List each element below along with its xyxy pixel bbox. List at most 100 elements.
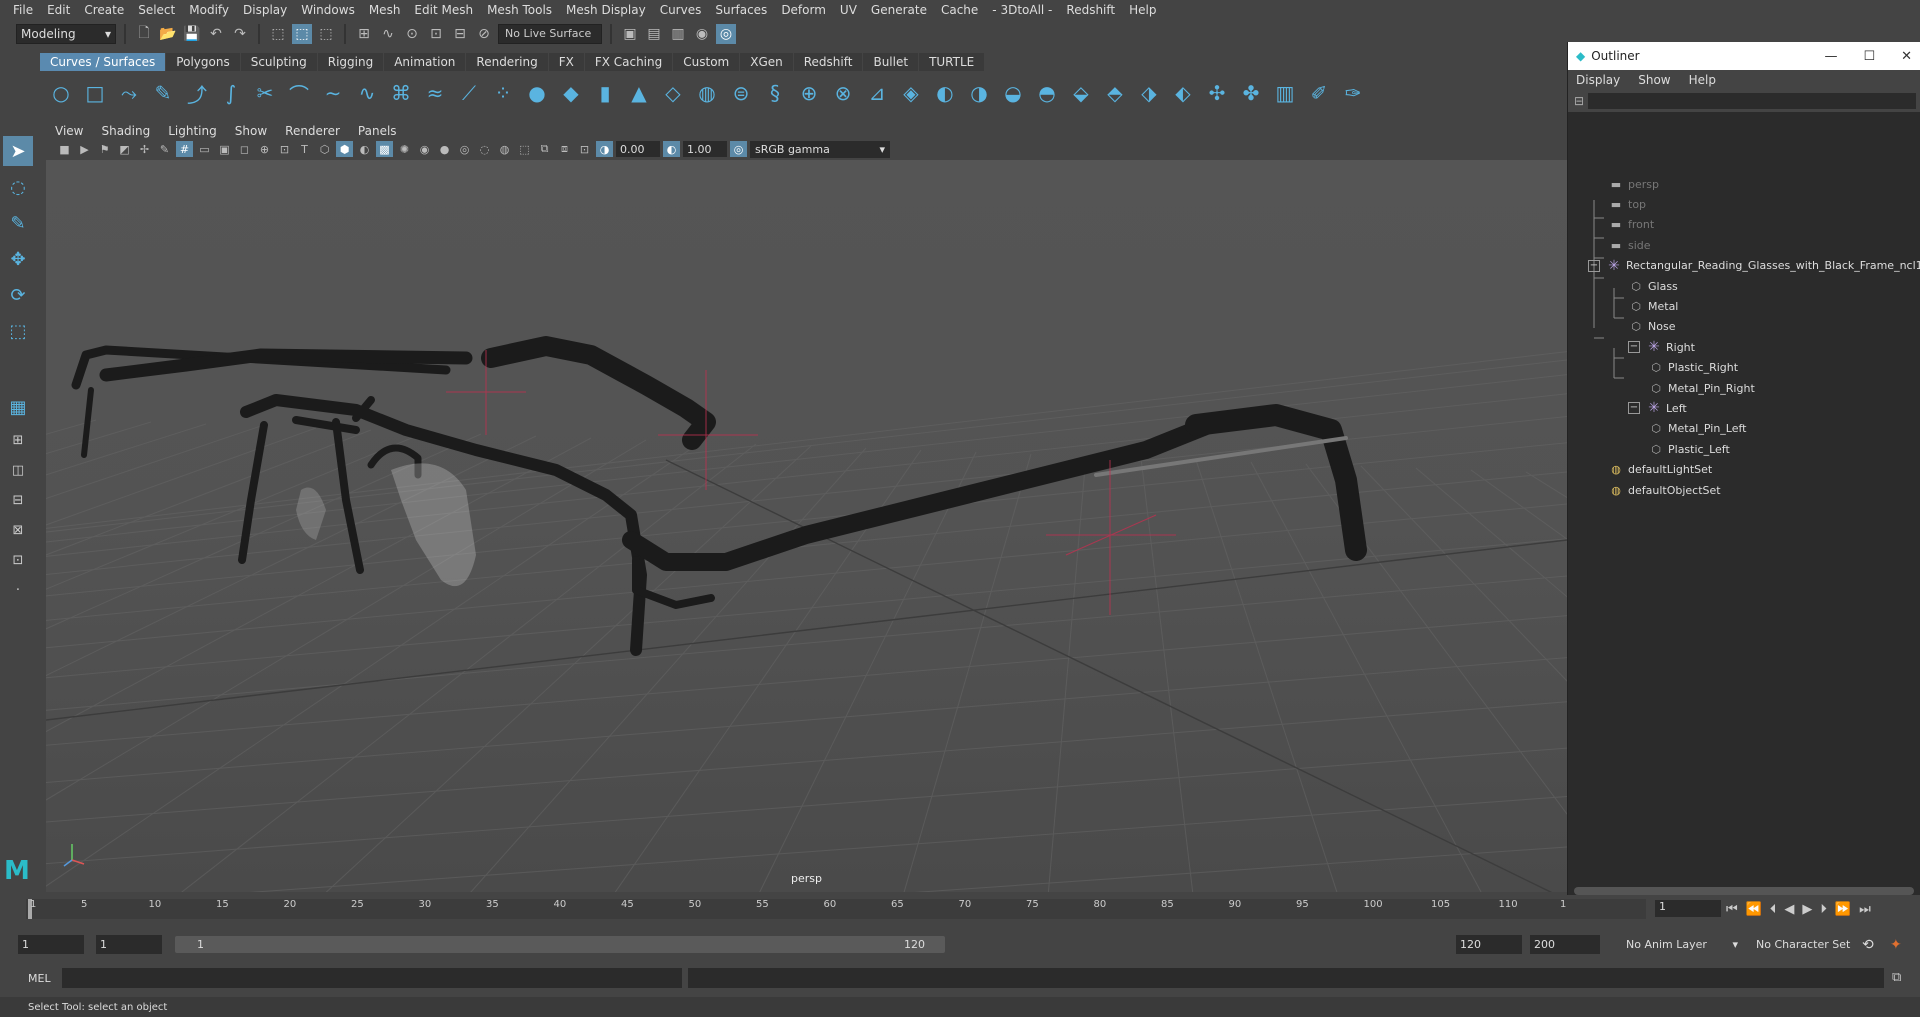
menu-file[interactable]: File <box>6 3 40 17</box>
field-chart-icon[interactable]: ⊕ <box>256 141 273 157</box>
menu-surfaces[interactable]: Surfaces <box>708 3 774 17</box>
extrude-icon[interactable]: ⊗ <box>830 80 856 106</box>
outliner-menu-show[interactable]: Show <box>1638 73 1670 87</box>
menu-display[interactable]: Display <box>236 3 294 17</box>
depth-of-field-icon[interactable]: ◍ <box>496 141 513 157</box>
exposure-icon[interactable]: ◑ <box>596 141 613 157</box>
menu-uv[interactable]: UV <box>833 3 864 17</box>
outliner-item[interactable]: ◍ defaultLightSet <box>1608 460 1712 480</box>
arc-curve-icon[interactable]: ⌒ <box>286 80 312 107</box>
snap-point-icon[interactable]: ⊙ <box>402 24 422 44</box>
preferences-icon[interactable]: ✦ <box>1890 935 1902 954</box>
attach-curve-icon[interactable]: ∼ <box>320 80 346 106</box>
nurbs-cube-icon[interactable]: ◆ <box>558 80 584 106</box>
menu-edit-mesh[interactable]: Edit Mesh <box>407 3 480 17</box>
outliner-item[interactable]: ⬡ Metal_Pin_Right <box>1648 378 1755 398</box>
menu-generate[interactable]: Generate <box>864 3 934 17</box>
pencil-curve-icon[interactable]: ✎ <box>150 80 176 106</box>
filter-icon[interactable]: ⊟ <box>1574 94 1584 108</box>
menu-select[interactable]: Select <box>131 3 182 17</box>
render-settings-icon[interactable]: ▥ <box>668 24 688 44</box>
collapse-toggle-icon[interactable]: − <box>1628 341 1640 354</box>
menu-cache[interactable]: Cache <box>934 3 985 17</box>
revolve-icon[interactable]: ⊜ <box>728 80 754 106</box>
minimize-icon[interactable]: — <box>1824 49 1837 64</box>
four-view-layout-icon[interactable]: ⊞ <box>3 428 33 452</box>
square-surface-icon[interactable]: ◐ <box>932 80 958 106</box>
outliner-item[interactable]: ⬡ Metal_Pin_Left <box>1648 419 1746 439</box>
custom-layout-icon[interactable]: · <box>3 578 33 602</box>
collapse-toggle-icon[interactable]: − <box>1628 402 1640 415</box>
rebuild-curve-icon[interactable]: ⌘ <box>388 80 414 106</box>
move-tool-icon[interactable]: ✥ <box>3 244 33 274</box>
select-camera-icon[interactable]: ■ <box>56 141 73 157</box>
gate-mask-icon[interactable]: ◻ <box>236 141 253 157</box>
save-scene-icon[interactable]: 💾 <box>182 24 202 44</box>
perspective-viewport[interactable]: persp <box>46 160 1567 892</box>
select-tool-icon[interactable]: ➤ <box>3 136 33 166</box>
render-view-icon[interactable]: ◎ <box>716 23 736 44</box>
animation-end-field[interactable]: 200 <box>1530 935 1600 954</box>
shelf-tab-xgen[interactable]: XGen <box>740 53 793 71</box>
detach-icon[interactable]: ✣ <box>1204 80 1230 106</box>
surface-edit-icon[interactable]: ✑ <box>1340 80 1366 106</box>
shelf-tab-sculpting[interactable]: Sculpting <box>240 53 317 71</box>
ipr-render-icon[interactable]: ▤ <box>644 24 664 44</box>
select-component-icon[interactable]: ⬚ <box>316 24 336 44</box>
sculpt-icon[interactable]: ✐ <box>1306 80 1332 106</box>
step-back-frame-icon[interactable]: ⏴ <box>1770 902 1777 917</box>
shelf-tab-rendering[interactable]: Rendering <box>466 53 548 71</box>
menu-curves[interactable]: Curves <box>653 3 709 17</box>
boundary-icon[interactable]: ◈ <box>898 80 924 106</box>
screen-space-ao-icon[interactable]: ● <box>436 141 453 157</box>
animation-start-field[interactable]: 1 <box>18 935 84 954</box>
shelf-tab-turtle[interactable]: TURTLE <box>919 53 985 71</box>
outliner-item[interactable]: − ✳ Right <box>1628 337 1695 357</box>
viewport-menu-show[interactable]: Show <box>226 124 276 138</box>
scale-tool-icon[interactable]: ⬚ <box>3 316 33 346</box>
menu-mesh[interactable]: Mesh <box>362 3 408 17</box>
open-scene-icon[interactable]: 📂 <box>158 24 178 44</box>
new-scene-icon[interactable]: 🗋 <box>134 24 154 44</box>
default-material-icon[interactable]: ◐ <box>356 141 373 157</box>
make-live-icon[interactable]: ⊘ <box>474 24 494 44</box>
outliner-item[interactable]: ⬡ Nose <box>1628 317 1675 337</box>
outliner-item[interactable]: − ✳ Rectangular_Reading_Glasses_with_Black… <box>1588 256 1920 276</box>
go-to-end-icon[interactable]: ⏭ <box>1859 902 1871 917</box>
outliner-item[interactable]: − ✳ Left <box>1628 398 1687 418</box>
persp-outliner-layout-icon[interactable]: ◫ <box>3 458 33 482</box>
select-object-icon[interactable]: ⬚ <box>292 23 312 44</box>
menu-mesh-display[interactable]: Mesh Display <box>559 3 653 17</box>
hypershade-icon[interactable]: ◉ <box>692 24 712 44</box>
smooth-shade-icon[interactable]: ⬢ <box>336 141 353 157</box>
viewport-menu-lighting[interactable]: Lighting <box>159 124 226 138</box>
outliner-horizontal-scrollbar[interactable] <box>1574 887 1914 895</box>
command-input[interactable] <box>62 968 682 988</box>
menu-help[interactable]: Help <box>1122 3 1163 17</box>
nurbs-circle-icon[interactable]: ○ <box>48 80 74 106</box>
persp-graph-layout-icon[interactable]: ⊟ <box>3 488 33 512</box>
menu-mesh-tools[interactable]: Mesh Tools <box>480 3 559 17</box>
exposure-field[interactable]: 0.00 <box>616 141 660 157</box>
play-forwards-icon[interactable]: ▶ <box>1802 902 1812 917</box>
menu-redshift[interactable]: Redshift <box>1059 3 1122 17</box>
sine-curve-icon[interactable]: ∿ <box>354 80 380 106</box>
lights-icon[interactable]: ✺ <box>396 141 413 157</box>
snap-projected-icon[interactable]: ⊡ <box>426 24 446 44</box>
step-forward-key-icon[interactable]: ⏩ <box>1835 902 1851 917</box>
2d-pan-zoom-icon[interactable]: ✢ <box>136 141 153 157</box>
shelf-tab-polygons[interactable]: Polygons <box>166 53 240 71</box>
viewport-menu-view[interactable]: View <box>46 124 92 138</box>
close-icon[interactable]: ✕ <box>1901 49 1912 64</box>
film-gate-icon[interactable]: ▭ <box>196 141 213 157</box>
hypershade-layout-icon[interactable]: ⊠ <box>3 518 33 542</box>
stitch-icon[interactable]: ▥ <box>1272 80 1298 106</box>
xray-joints-icon[interactable]: ⧈ <box>556 141 573 157</box>
intersect-icon[interactable]: ◒ <box>1000 80 1026 106</box>
nurbs-cylinder-icon[interactable]: ▮ <box>592 80 618 106</box>
nurbs-cone-icon[interactable]: ▲ <box>626 80 652 106</box>
menu-3dtoall[interactable]: - 3DtoAll - <box>985 3 1059 17</box>
outliner-search-input[interactable] <box>1588 93 1916 109</box>
bezier-curve-icon[interactable]: ∫ <box>218 80 244 106</box>
outliner-item[interactable]: ▬ persp <box>1608 174 1659 194</box>
